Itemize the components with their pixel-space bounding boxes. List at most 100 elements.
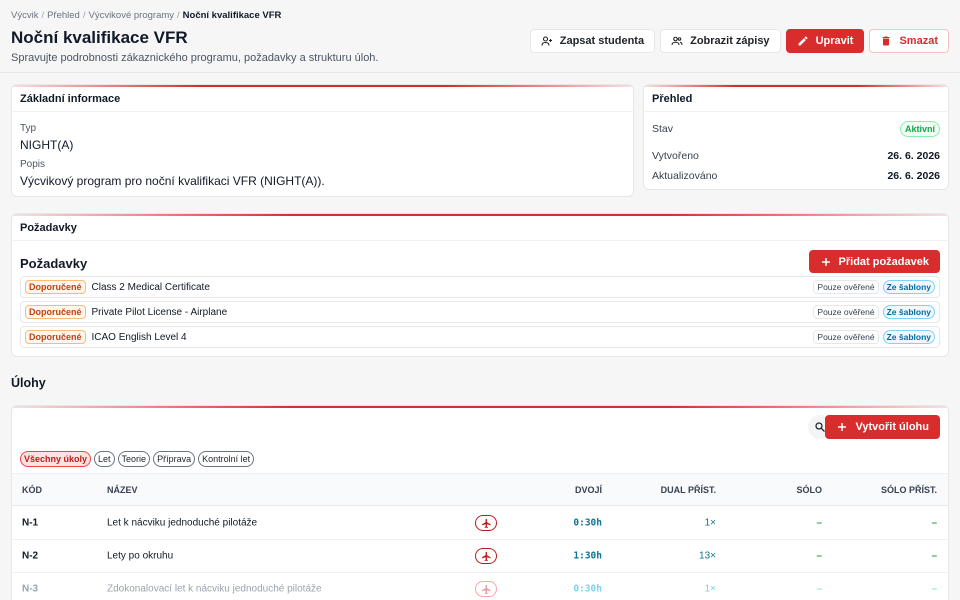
requirement-tag: Doporučené (25, 330, 86, 344)
updated-value: 26. 6. 2026 (887, 170, 940, 182)
created-value: 26. 6. 2026 (887, 150, 940, 162)
requirement-item[interactable]: Doporučené Class 2 Medical Certificate P… (20, 276, 940, 298)
tasks-table-header: KÓD NÁZEV DVOJÍ DUAL PŘÍST. SÓLO SÓLO PŘ… (12, 473, 948, 506)
status-label: Stav (652, 123, 674, 135)
user-plus-icon (541, 36, 552, 46)
source-badge: Ze šablony (882, 330, 935, 344)
requirements-card: Požadavky Požadavky Přidat požadavek Dop… (11, 213, 949, 357)
tasks-section-title: Úlohy (11, 376, 46, 390)
page-subtitle: Spravujte podrobnosti zákaznického progr… (11, 52, 379, 64)
task-code: N-2 (22, 550, 39, 562)
edit-label: Upravit (815, 35, 854, 47)
task-dual: 1:30h (573, 550, 602, 562)
breadcrumb-programs[interactable]: Výcvikové programy (88, 10, 174, 21)
task-name: Zdokonalovací let k nácviku jednoduché p… (107, 583, 322, 595)
description-value: Výcvikový program pro noční kvalifikaci … (20, 174, 325, 188)
breadcrumb-overview[interactable]: Přehled (47, 10, 80, 21)
task-dual-count: 1× (704, 517, 716, 529)
task-dual-count: 1× (704, 583, 716, 595)
edit-button[interactable]: Upravit (785, 29, 865, 53)
table-row[interactable]: N-3 Zdokonalovací let k nácviku jednoduc… (12, 573, 948, 600)
filter-flight[interactable]: Let (94, 451, 115, 467)
plus-icon (821, 257, 830, 266)
status-badge: Aktivní (899, 121, 940, 137)
add-requirement-button[interactable]: Přidat požadavek (808, 250, 940, 273)
col-dual[interactable]: DVOJÍ (575, 485, 602, 495)
requirement-name: Class 2 Medical Certificate (91, 281, 210, 293)
breadcrumb: Výcvik / Přehled / Výcvikové programy / Noční … (11, 10, 282, 21)
trash-icon (882, 36, 890, 46)
task-code: N-3 (22, 583, 39, 595)
requirements-card-heading: Požadavky (12, 214, 948, 241)
page-title: Noční kvalifikace VFR (11, 28, 188, 47)
task-solo: – (816, 583, 822, 595)
requirement-item[interactable]: Doporučené Private Pilot License - Airpl… (20, 301, 940, 323)
type-label: Typ (20, 123, 37, 134)
add-requirement-label: Přidat požadavek (838, 255, 929, 268)
source-badge: Ze šablony (882, 305, 935, 319)
pencil-icon (798, 36, 808, 46)
verified-badge: Pouze ověřené (813, 280, 879, 294)
create-task-label: Vytvořit úlohu (855, 421, 929, 433)
created-label: Vytvořeno (652, 150, 699, 162)
verified-badge: Pouze ověřené (813, 305, 879, 319)
col-code[interactable]: KÓD (22, 485, 42, 495)
requirement-item[interactable]: Doporučené ICAO English Level 4 Pouze ov… (20, 326, 940, 348)
create-task-button[interactable]: Vytvořit úlohu (825, 415, 940, 439)
filter-check-flight[interactable]: Kontrolní let (198, 451, 255, 467)
view-enrollments-label: Zobrazit zápisy (690, 35, 770, 47)
program-detail-page: Výcvik / Přehled / Výcvikové programy / Noční … (0, 0, 960, 600)
enroll-student-label: Zapsat studenta (559, 35, 645, 47)
task-solo: – (816, 517, 822, 529)
description-label: Popis (20, 159, 46, 170)
enroll-student-button[interactable]: Zapsat studenta (529, 29, 656, 53)
delete-button[interactable]: Smazat (869, 29, 949, 53)
airplane-icon (475, 515, 497, 531)
task-name: Let k nácviku jednoduché pilotáže (107, 517, 258, 529)
task-name: Lety po okruhu (107, 550, 174, 562)
header-divider (0, 72, 960, 73)
view-enrollments-button[interactable]: Zobrazit zápisy (660, 29, 781, 53)
requirement-name: ICAO English Level 4 (91, 331, 187, 343)
col-name[interactable]: NÁZEV (107, 485, 138, 495)
overview-heading: Přehled (644, 85, 948, 112)
task-solo-count: – (931, 517, 937, 529)
col-dual-count[interactable]: DUAL PŘÍST. (661, 485, 716, 495)
delete-label: Smazat (899, 35, 938, 47)
airplane-icon (475, 548, 497, 564)
basic-info-card: Základní informace Typ NIGHT(A) Popis Vý… (11, 84, 634, 197)
updated-label: Aktualizováno (652, 170, 718, 182)
task-solo-count: – (931, 583, 937, 595)
overview-card: Přehled Stav Aktivní Vytvořeno 26. 6. 20… (643, 84, 949, 190)
filter-theory[interactable]: Teorie (117, 451, 151, 467)
task-code: N-1 (22, 517, 39, 529)
header-actions: Zapsat studenta Zobrazit zápisy Upravit … (529, 29, 949, 53)
table-row[interactable]: N-1 Let k nácviku jednoduché pilotáže 0:… (12, 507, 948, 540)
tasks-card: Vytvořit úlohu Všechny úkoly Let Teorie … (11, 405, 949, 600)
type-value: NIGHT(A) (20, 138, 74, 152)
col-solo[interactable]: SÓLO (796, 485, 822, 495)
source-badge: Ze šablony (882, 280, 935, 294)
plus-icon (838, 423, 847, 431)
filter-all[interactable]: Všechny úkoly (20, 451, 92, 467)
task-dual-count: 13× (699, 550, 716, 562)
task-solo-count: – (931, 550, 937, 562)
users-icon (671, 36, 683, 46)
filter-preparation[interactable]: Příprava (153, 451, 196, 467)
task-dual: 0:30h (573, 517, 602, 529)
task-filters: Všechny úkoly Let Teorie Příprava Kontro… (20, 451, 255, 467)
basic-info-heading: Základní informace (12, 85, 633, 112)
breadcrumb-current: Noční kvalifikace VFR (182, 10, 282, 21)
requirements-title: Požadavky (20, 256, 88, 271)
breadcrumb-training[interactable]: Výcvik (11, 10, 38, 21)
table-row[interactable]: N-2 Lety po okruhu 1:30h 13× – – (12, 540, 948, 573)
updated-row: Aktualizováno 26. 6. 2026 (644, 166, 948, 186)
requirements-list: Doporučené Class 2 Medical Certificate P… (20, 276, 940, 351)
task-solo: – (816, 550, 822, 562)
col-solo-count[interactable]: SÓLO PŘÍST. (881, 485, 937, 495)
verified-badge: Pouze ověřené (813, 330, 879, 344)
requirement-name: Private Pilot License - Airplane (91, 306, 228, 318)
airplane-icon (475, 581, 497, 597)
created-row: Vytvořeno 26. 6. 2026 (644, 146, 948, 166)
status-row: Stav Aktivní (644, 119, 948, 139)
